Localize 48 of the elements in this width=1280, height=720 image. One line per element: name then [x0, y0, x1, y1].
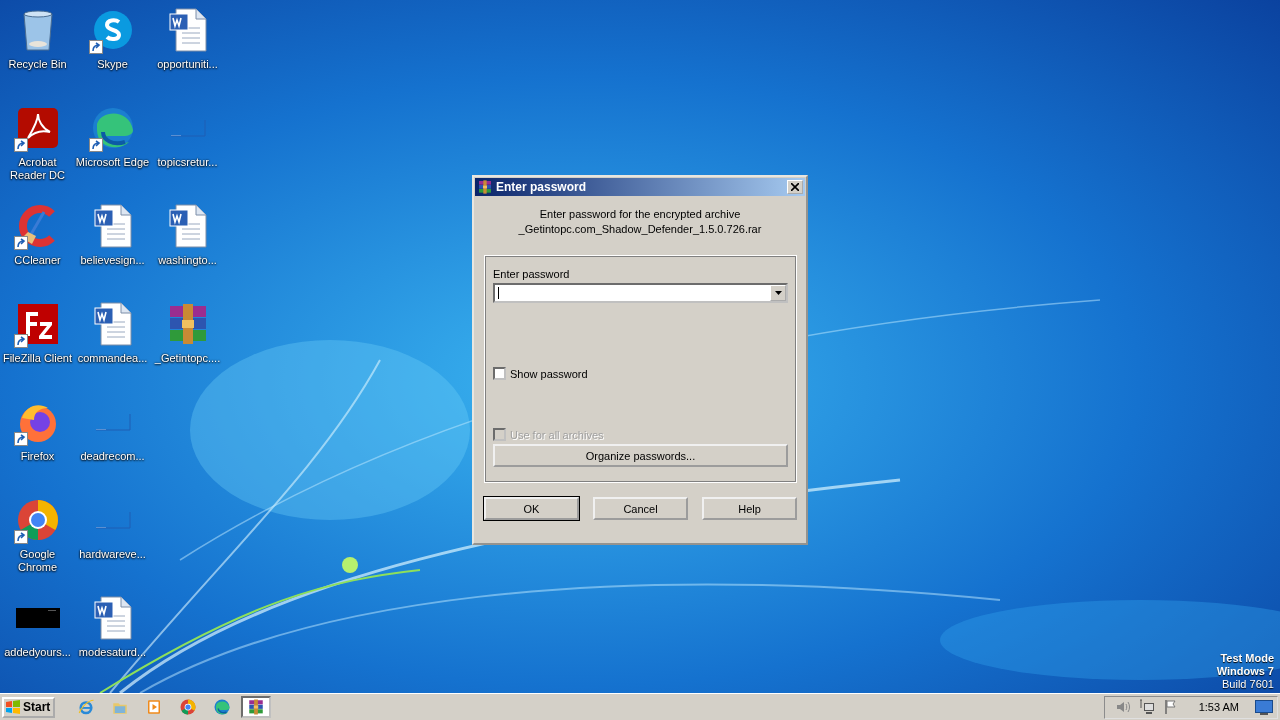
dialog-button[interactable]: OK	[484, 497, 579, 520]
desktop-icon-label[interactable]: Acrobat Reader DC	[0, 156, 75, 182]
desktop-icon-label[interactable]: washingto...	[150, 254, 225, 267]
desktop-icon-label[interactable]: commandea...	[75, 352, 150, 365]
checkbox[interactable]	[493, 367, 506, 380]
dialog-button[interactable]: Cancel	[593, 497, 688, 520]
start-button[interactable]: Start	[2, 696, 56, 718]
desktop-icon-label[interactable]: Skype	[75, 58, 150, 71]
show-desktop-icon[interactable]	[1255, 699, 1273, 715]
network-icon[interactable]	[1138, 699, 1155, 715]
checkbox-label: Show password	[510, 367, 588, 380]
test-mode-text: Windows 7	[1216, 665, 1274, 678]
edge-icon	[213, 698, 232, 716]
desktop-icon-label[interactable]: deadrecom...	[75, 450, 150, 463]
taskbar-button[interactable]	[241, 696, 272, 718]
organize-passwords-button[interactable]: Organize passwords...	[493, 444, 788, 467]
window-title: Enter password	[496, 180, 588, 194]
test-mode-text: Build 7601	[1222, 678, 1274, 691]
desktop-icon-label[interactable]: hardwareve...	[75, 548, 150, 561]
volume-icon[interactable]	[1114, 699, 1131, 715]
desktop-icon-label[interactable]: topicsretur...	[150, 156, 225, 169]
password-field[interactable]	[493, 283, 788, 303]
dialog-button[interactable]: Help	[702, 497, 797, 520]
desktop-icon-label[interactable]: CCleaner	[0, 254, 75, 267]
close-button[interactable]	[787, 180, 803, 194]
desktop-icon-label[interactable]: Recycle Bin	[0, 58, 75, 71]
desktop-icon-label[interactable]: Microsoft Edge	[75, 156, 150, 169]
dropdown-arrow-icon[interactable]	[774, 291, 782, 295]
desktop-icon-label[interactable]: FileZilla Client	[0, 352, 75, 365]
clock-text[interactable]: 1:53 AM	[1198, 701, 1239, 713]
desktop-icon-label[interactable]: addedyours...	[0, 646, 75, 659]
desktop-icon-label[interactable]: believesign...	[75, 254, 150, 267]
message-text: _Getintopc.com_Shadow_Defender_1.5.0.726.rar	[518, 222, 762, 237]
archive-icon	[477, 179, 493, 195]
desktop-icon-label[interactable]: _Getintopc....	[150, 352, 225, 365]
windows-logo-icon	[5, 700, 21, 714]
desktop-icon-label[interactable]: opportuniti...	[150, 58, 225, 71]
internet-explorer-icon	[77, 698, 96, 716]
desktop-icon-label[interactable]: modesaturd...	[75, 646, 150, 659]
flag-icon[interactable]	[1162, 699, 1179, 715]
field-label: Enter password	[493, 268, 571, 280]
desktop-icon-label[interactable]: Firefox	[0, 450, 75, 463]
close-icon	[791, 183, 799, 191]
archive-icon	[247, 698, 266, 716]
desktop-icon-label[interactable]: Google Chrome	[0, 548, 75, 574]
test-mode-text: Test Mode	[1220, 652, 1274, 665]
chrome-icon	[179, 698, 198, 716]
message-text: Enter password for the encrypted archive	[539, 207, 741, 222]
